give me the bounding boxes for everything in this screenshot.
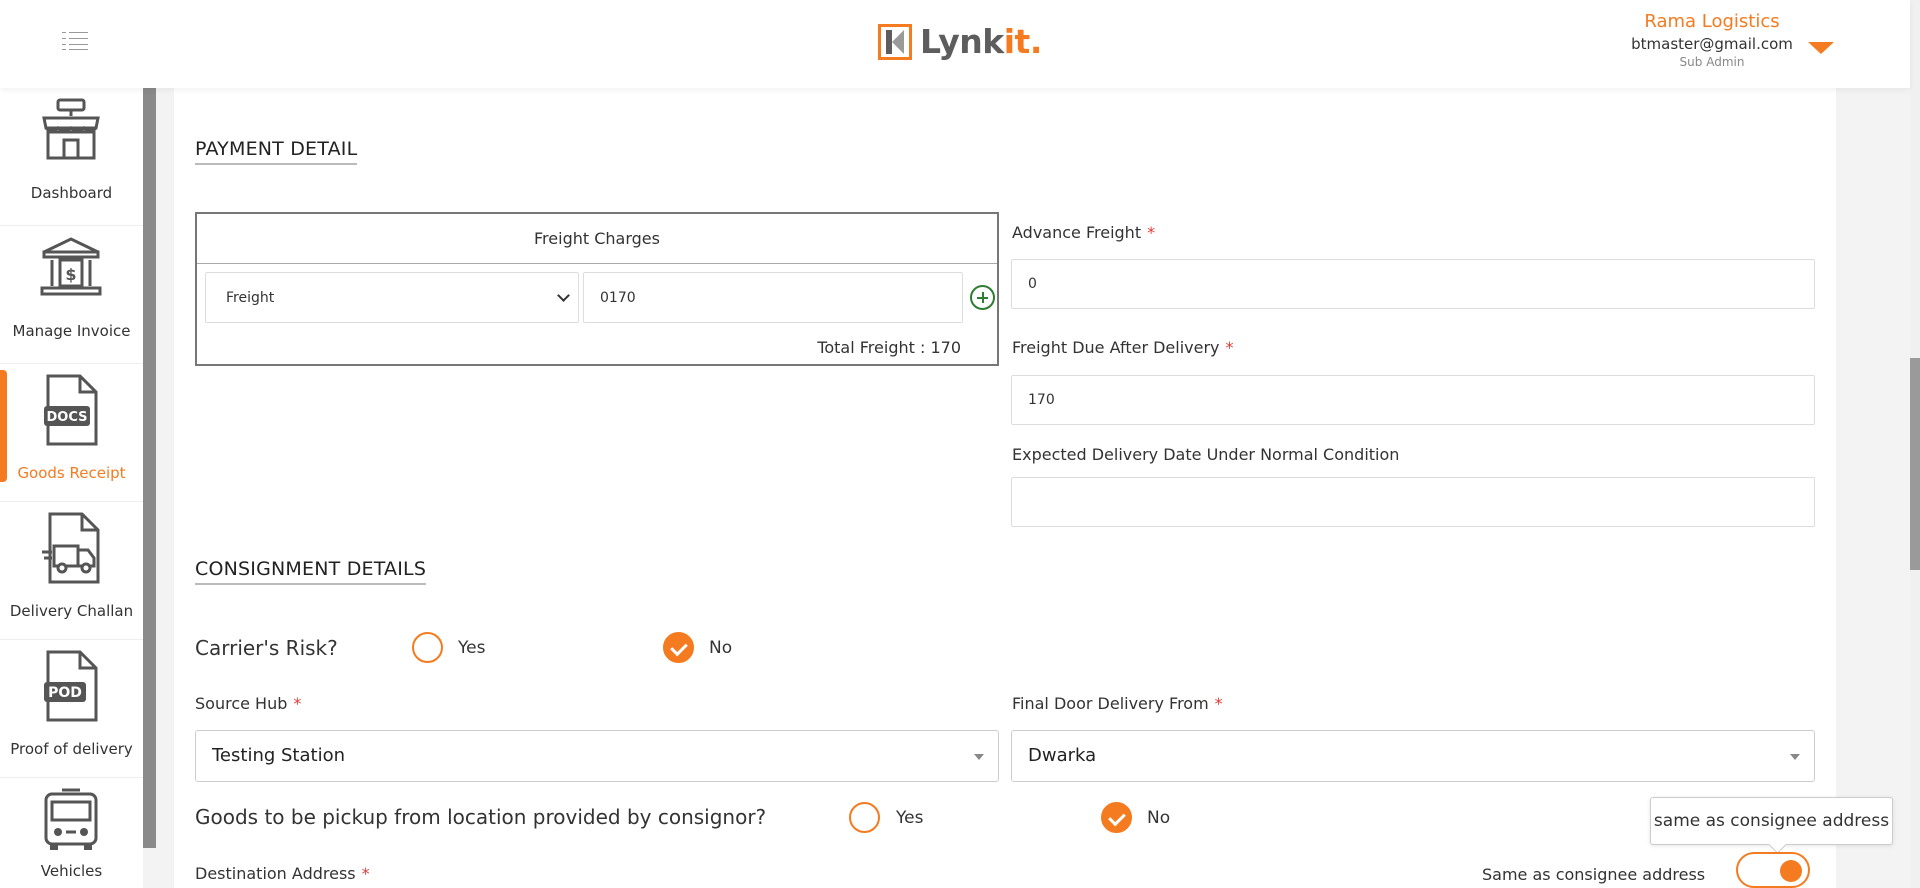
payment-detail-title: PAYMENT DETAIL [195, 138, 358, 165]
sidebar-item-proof-of-delivery[interactable]: POD Proof of delivery [0, 640, 143, 778]
sidebar-item-label: Dashboard [30, 184, 113, 202]
sidebar-item-delivery-challan[interactable]: Delivery Challan [0, 502, 143, 640]
sidebar-item-label: Vehicles [40, 862, 103, 880]
final-door-delivery-select[interactable]: Dwarka [1011, 730, 1815, 782]
total-freight: Total Freight : 170 [817, 338, 961, 357]
final-door-delivery-label: Final Door Delivery From * [1012, 694, 1223, 713]
required-marker: * [361, 864, 370, 883]
top-header: Lynkit. Rama Logistics btmaster@gmail.co… [0, 0, 1910, 88]
expected-delivery-date-input[interactable] [1011, 477, 1815, 527]
carriers-risk-yes-radio[interactable] [412, 632, 443, 663]
svg-text:POD: POD [48, 685, 82, 701]
source-hub-label: Source Hub * [195, 694, 302, 713]
sidebar-item-manage-invoice[interactable]: $ Manage Invoice [0, 226, 143, 364]
lynkit-logo[interactable]: Lynkit. [878, 22, 1042, 61]
store-icon [42, 98, 100, 160]
svg-text:DOCS: DOCS [47, 410, 88, 425]
pickup-yes-label: Yes [896, 808, 924, 828]
freight-charges-header: Freight Charges [197, 214, 997, 264]
final-door-delivery-value: Dwarka [1028, 745, 1097, 766]
delivery-truck-icon [42, 512, 100, 584]
sidebar-item-label: Goods Receipt [17, 464, 126, 482]
carriers-risk-no-label: No [709, 638, 733, 658]
required-marker: * [1225, 338, 1234, 357]
list-menu-icon[interactable] [62, 32, 88, 50]
freight-charges-panel: Freight Charges Freight 0170 Total Freig… [195, 212, 999, 366]
sidebar-item-label: Manage Invoice [12, 322, 131, 340]
chevron-down-icon [557, 289, 570, 302]
advance-freight-input[interactable]: 0 [1011, 259, 1815, 309]
svg-text:$: $ [65, 265, 76, 284]
expected-delivery-label: Expected Delivery Date Under Normal Cond… [1012, 445, 1400, 464]
toggle-knob [1780, 860, 1802, 882]
page-scrollbar-thumb[interactable] [1910, 358, 1920, 570]
carriers-risk-no-radio[interactable] [663, 632, 694, 663]
sidebar-scrollbar[interactable] [143, 88, 156, 848]
dropdown-arrow-icon [974, 754, 984, 760]
pickup-no-radio[interactable] [1101, 802, 1132, 833]
user-email: btmaster@gmail.com [1631, 35, 1793, 53]
source-hub-value: Testing Station [212, 745, 345, 766]
bus-icon [44, 788, 98, 850]
freight-amount-input[interactable]: 0170 [583, 272, 963, 323]
consignment-details-title: CONSIGNMENT DETAILS [195, 558, 427, 585]
user-profile[interactable]: Rama Logistics btmaster@gmail.com Sub Ad… [1616, 10, 1808, 70]
required-marker: * [1214, 694, 1223, 713]
pickup-yes-radio[interactable] [849, 802, 880, 833]
docs-icon: DOCS [44, 374, 98, 446]
sidebar-item-dashboard[interactable]: Dashboard [0, 88, 143, 226]
freight-type-value: Freight [226, 290, 275, 306]
freight-due-label: Freight Due After Delivery * [1012, 338, 1234, 357]
sidebar-item-goods-receipt[interactable]: DOCS Goods Receipt [0, 364, 143, 502]
pickup-no-label: No [1147, 808, 1171, 828]
bank-icon: $ [40, 237, 102, 296]
freight-type-select[interactable]: Freight [205, 272, 579, 323]
destination-address-label: Destination Address * [195, 864, 370, 883]
same-as-consignee-toggle[interactable] [1736, 852, 1810, 888]
sidebar-item-vehicles[interactable]: Vehicles [0, 778, 143, 888]
dropdown-arrow-icon [1790, 754, 1800, 760]
carriers-risk-yes-label: Yes [458, 638, 486, 658]
pickup-question: Goods to be pickup from location provide… [195, 805, 767, 829]
sidebar-item-label: Proof of delivery [10, 740, 133, 758]
same-as-consignee-label: Same as consignee address [1482, 865, 1706, 884]
lynkit-logo-mark-icon [878, 23, 912, 60]
pod-icon: POD [44, 650, 98, 722]
same-as-consignee-tooltip: same as consignee address [1650, 797, 1893, 845]
user-role: Sub Admin [1679, 55, 1745, 69]
freight-due-input[interactable]: 170 [1011, 375, 1815, 425]
company-name: Rama Logistics [1644, 11, 1780, 32]
required-marker: * [1147, 223, 1156, 242]
carriers-risk-question: Carrier's Risk? [195, 636, 338, 660]
advance-freight-label: Advance Freight * [1012, 223, 1156, 242]
source-hub-select[interactable]: Testing Station [195, 730, 999, 782]
logo-text: Lynkit. [920, 22, 1042, 61]
add-freight-icon[interactable] [970, 285, 995, 310]
required-marker: * [293, 694, 302, 713]
user-dropdown-caret-icon[interactable] [1808, 42, 1834, 54]
sidebar-item-label: Delivery Challan [9, 602, 134, 620]
sidebar: Dashboard $ Manage Invoice DOCS Goods Re… [0, 88, 143, 888]
